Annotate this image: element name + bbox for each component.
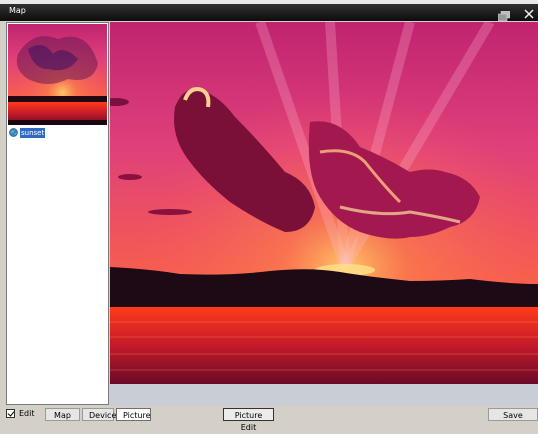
window-title: Map [9,6,26,15]
title-bar: Map [0,0,538,21]
tree-item-label[interactable]: sunset [20,127,46,138]
sunset-picture [110,22,538,384]
save-button[interactable]: Save [488,408,538,421]
close-icon[interactable] [524,9,534,19]
picture-view[interactable] [110,22,538,407]
restore-icon[interactable] [498,11,510,21]
tab-map[interactable]: Map [45,408,80,421]
edit-checkbox-label[interactable]: Edit [19,409,35,418]
tab-device[interactable]: Device [82,408,116,421]
edit-checkbox[interactable]: Edit [6,409,35,418]
tab-picture[interactable]: Picture [116,408,151,421]
tree-item-sunset[interactable]: sunset [9,127,46,138]
title-bar-top-strip [0,0,538,4]
picture-edit-button[interactable]: Picture Edit [223,408,274,432]
edit-checkbox-box[interactable] [6,409,15,418]
map-thumbnail[interactable] [8,24,107,125]
globe-icon [9,128,18,137]
map-tree-panel[interactable]: sunset [6,22,109,405]
